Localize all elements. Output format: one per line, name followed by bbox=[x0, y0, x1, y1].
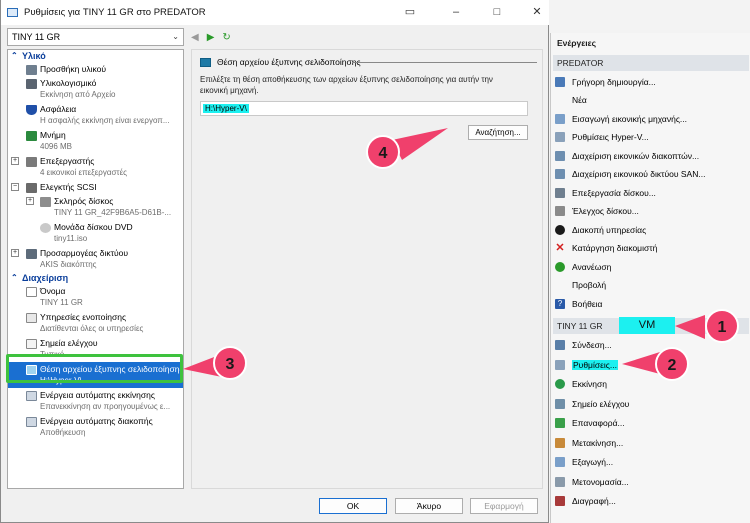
callout-4: 4 bbox=[366, 128, 448, 169]
callout-1: 1 bbox=[675, 309, 739, 343]
callout-3-label: 3 bbox=[226, 356, 235, 373]
callout-3: 3 bbox=[183, 346, 247, 380]
callout-2: 2 bbox=[622, 347, 689, 381]
callout-2-label: 2 bbox=[668, 357, 677, 374]
callout-1-label: 1 bbox=[718, 319, 727, 336]
callout-4-label: 4 bbox=[379, 145, 388, 162]
callout-overlay: 1 2 3 4 bbox=[183, 128, 739, 381]
